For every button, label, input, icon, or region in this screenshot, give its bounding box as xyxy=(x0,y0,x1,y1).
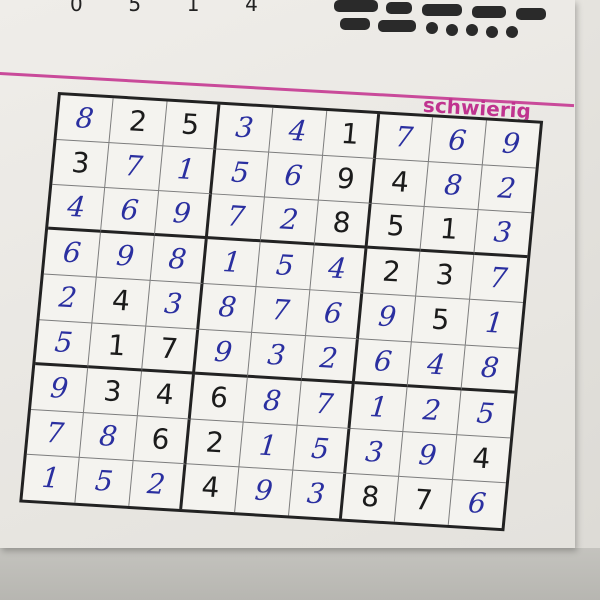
sudoku-cell-printed: 6 xyxy=(190,374,249,423)
sudoku-cell-printed: 1 xyxy=(88,323,146,372)
sudoku-cell-printed: 5 xyxy=(367,204,425,253)
sudoku-cell-handwritten: 3 xyxy=(248,332,306,381)
sudoku-cell-printed: 6 xyxy=(133,416,191,465)
sudoku-cell-handwritten: 8 xyxy=(56,95,114,144)
top-number: 1 xyxy=(186,0,202,16)
sudoku-cell-printed: 2 xyxy=(363,248,421,298)
sudoku-cell-handwritten: 6 xyxy=(429,117,487,166)
sudoku-cell-handwritten: 5 xyxy=(456,390,515,439)
sudoku-grid: 8253417693715694824697285136981542372438… xyxy=(19,92,544,532)
sudoku-cell-printed: 9 xyxy=(318,155,376,205)
sudoku-cell-handwritten: 6 xyxy=(43,229,102,279)
sudoku-cell-handwritten: 1 xyxy=(203,239,261,288)
sudoku-cell-handwritten: 5 xyxy=(35,319,93,368)
sudoku-cell-handwritten: 9 xyxy=(30,364,89,413)
sudoku-cell-handwritten: 7 xyxy=(252,287,310,336)
sudoku-cell-handwritten: 3 xyxy=(346,428,404,477)
sudoku-cell-handwritten: 8 xyxy=(424,162,483,211)
sudoku-cell-handwritten: 2 xyxy=(478,165,536,214)
sudoku-cell-handwritten: 9 xyxy=(154,191,212,240)
top-number-row: 0 5 1 4 xyxy=(70,0,295,16)
sudoku-cell-handwritten: 5 xyxy=(75,457,134,506)
sudoku-cell-handwritten: 4 xyxy=(47,185,106,234)
black-dot-pattern xyxy=(330,0,570,40)
newspaper-page: 0 5 1 4 schwierig 8253417693715694824697… xyxy=(0,0,575,548)
sudoku-cell-handwritten: 8 xyxy=(199,284,257,333)
sudoku-cell-printed: 1 xyxy=(420,207,479,256)
sudoku-cell-printed: 8 xyxy=(314,200,372,249)
sudoku-cell-handwritten: 6 xyxy=(354,338,413,387)
sudoku-cell-handwritten: 9 xyxy=(399,431,457,480)
sudoku-cell-printed: 4 xyxy=(182,464,240,513)
sudoku-cell-handwritten: 3 xyxy=(216,104,274,153)
sudoku-cell-printed: 8 xyxy=(341,473,400,522)
sudoku-cell-handwritten: 6 xyxy=(265,152,323,201)
sudoku-cell-handwritten: 2 xyxy=(128,460,187,510)
top-number: 5 xyxy=(128,0,144,16)
sudoku-cell-handwritten: 2 xyxy=(301,335,359,384)
sudoku-cell-handwritten: 9 xyxy=(194,329,253,378)
sudoku-cell-handwritten: 7 xyxy=(26,409,85,458)
sudoku-cell-printed: 4 xyxy=(452,435,511,484)
sudoku-cell-handwritten: 9 xyxy=(482,120,540,169)
sudoku-cell-printed: 2 xyxy=(109,98,168,147)
sudoku-cell-handwritten: 6 xyxy=(305,290,364,339)
sudoku-cell-handwritten: 5 xyxy=(211,149,270,198)
sudoku-cell-handwritten: 3 xyxy=(145,281,204,330)
sudoku-cell-handwritten: 8 xyxy=(243,377,302,426)
sudoku-cell-handwritten: 7 xyxy=(469,255,528,304)
sudoku-cell-handwritten: 5 xyxy=(256,242,315,291)
sudoku-cell-handwritten: 1 xyxy=(239,422,298,471)
sudoku-cell-handwritten: 7 xyxy=(105,143,163,192)
sudoku-cell-printed: 1 xyxy=(322,110,381,160)
sudoku-cell-handwritten: 2 xyxy=(39,274,97,324)
sudoku-cell-printed: 3 xyxy=(52,140,110,189)
sudoku-cell-printed: 4 xyxy=(92,278,151,327)
sudoku-cell-printed: 4 xyxy=(371,159,430,208)
sudoku-cell-handwritten: 8 xyxy=(461,345,519,394)
sudoku-cell-handwritten: 5 xyxy=(292,425,351,474)
sudoku-cell-printed: 7 xyxy=(141,326,200,375)
sudoku-cell-printed: 4 xyxy=(137,371,195,420)
sudoku-cell-printed: 2 xyxy=(186,419,244,468)
top-number: 0 xyxy=(70,0,85,16)
sudoku-cell-handwritten: 9 xyxy=(96,233,155,282)
top-number: 4 xyxy=(245,0,260,16)
sudoku-cell-handwritten: 8 xyxy=(150,236,208,285)
sudoku-cell-handwritten: 4 xyxy=(269,107,327,156)
sudoku-cell-handwritten: 7 xyxy=(207,194,266,243)
sudoku-cell-handwritten: 4 xyxy=(309,245,368,294)
sudoku-cell-handwritten: 1 xyxy=(158,146,217,195)
sudoku-cell-handwritten: 8 xyxy=(79,412,138,461)
sudoku-cell-printed: 7 xyxy=(395,476,453,525)
sudoku-cell-handwritten: 4 xyxy=(407,341,466,391)
sudoku-cell-handwritten: 7 xyxy=(375,114,434,163)
sudoku-cell-printed: 5 xyxy=(162,101,221,150)
sudoku-cell-handwritten: 3 xyxy=(288,470,347,519)
sudoku-cell-handwritten: 1 xyxy=(465,300,523,349)
sudoku-cell-handwritten: 2 xyxy=(260,197,319,246)
sudoku-cell-printed: 3 xyxy=(416,252,474,301)
sudoku-cell-handwritten: 3 xyxy=(473,210,532,259)
sudoku-cell-handwritten: 9 xyxy=(358,293,417,342)
sudoku-cell-handwritten: 7 xyxy=(297,380,355,429)
sudoku-cell-handwritten: 1 xyxy=(22,454,80,503)
table-surface xyxy=(0,548,600,600)
sudoku-cell-handwritten: 2 xyxy=(403,386,462,436)
sudoku-cell-handwritten: 6 xyxy=(466,486,488,521)
sudoku-puzzle: 8253417693715694824697285136981542372438… xyxy=(19,92,544,532)
sudoku-cell-printed: 3 xyxy=(84,367,142,417)
sudoku-cell-handwritten: 1 xyxy=(350,383,408,432)
sudoku-cell-printed: 5 xyxy=(412,297,470,346)
sudoku-cell-handwritten: 9 xyxy=(235,467,293,516)
sudoku-cell-handwritten: 6 xyxy=(101,188,159,237)
